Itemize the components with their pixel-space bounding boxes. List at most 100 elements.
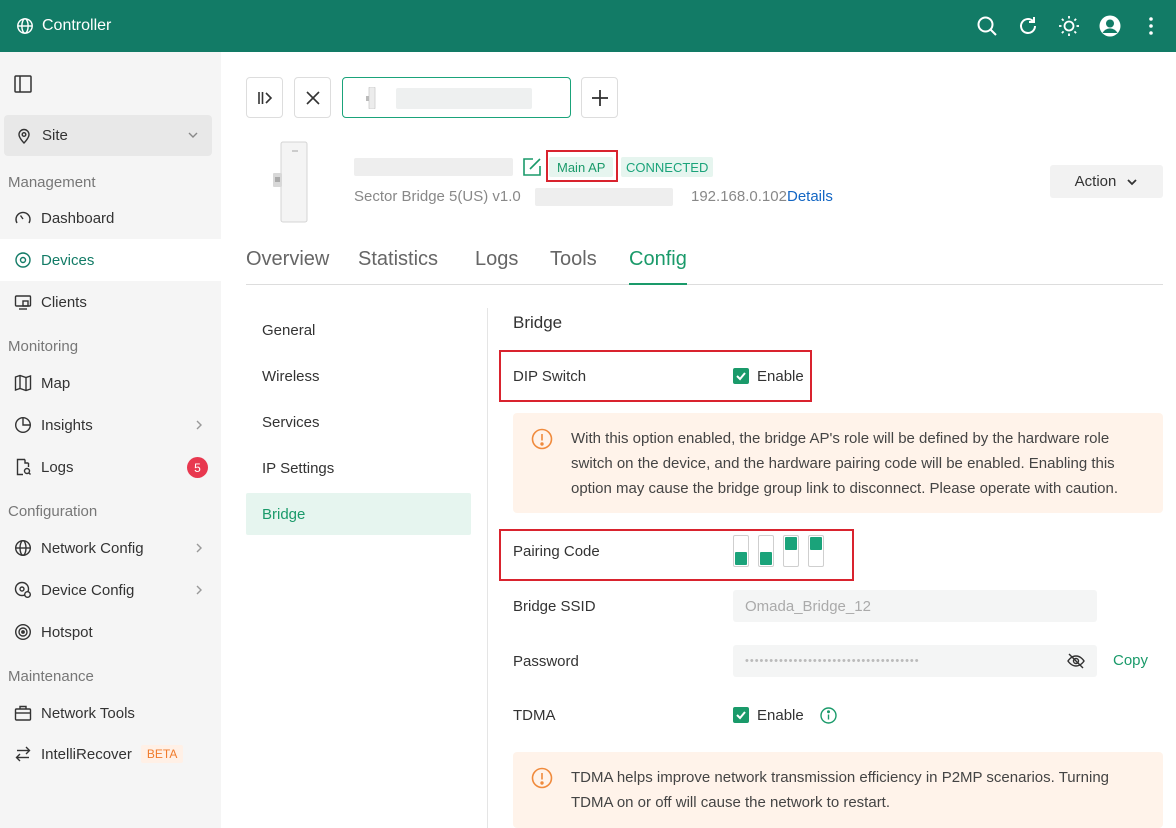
- chevron-right-icon: [196, 420, 202, 430]
- sidebar-item-network-config[interactable]: Network Config: [0, 527, 221, 569]
- sidebar-item-label: Map: [41, 374, 71, 392]
- sidebar-item-label: Devices: [41, 251, 95, 269]
- sidebar-item-label: Network Config: [41, 539, 144, 557]
- edit-icon[interactable]: [522, 157, 542, 177]
- swap-arrows-icon: [15, 746, 31, 762]
- more-menu-button[interactable]: [1140, 15, 1162, 37]
- map-icon: [14, 374, 32, 392]
- sidebar-item-devices[interactable]: Devices: [0, 239, 221, 281]
- details-link[interactable]: Details: [787, 188, 833, 205]
- beta-badge: BETA: [140, 745, 184, 763]
- config-menu-ip-settings[interactable]: IP Settings: [246, 447, 471, 489]
- dip-warning-box: With this option enabled, the bridge AP'…: [513, 413, 1163, 513]
- action-label: Action: [1074, 173, 1117, 190]
- config-menu-bridge[interactable]: Bridge: [246, 493, 471, 535]
- sidebar-item-device-config[interactable]: Device Config: [0, 569, 221, 611]
- device-ip: 192.168.0.102: [691, 188, 787, 205]
- location-pin-icon: [18, 128, 30, 144]
- chevron-down-icon: [1127, 178, 1137, 185]
- theme-sun-icon: [1059, 16, 1079, 36]
- sidebar-toggle-icon[interactable]: [14, 75, 32, 93]
- config-menu-general[interactable]: General: [246, 309, 471, 351]
- bridge-ssid-field[interactable]: Omada_Bridge_12: [733, 590, 1097, 622]
- password-field[interactable]: ••••••••••••••••••••••••••••••••••••: [733, 645, 1097, 677]
- add-device-tab-button[interactable]: [581, 77, 618, 118]
- chevron-right-icon: [196, 585, 202, 595]
- highlight-box-pairing-code: [499, 529, 854, 581]
- sidebar-item-label: IntelliRecover: [41, 745, 132, 763]
- collapse-right-icon: [257, 91, 272, 104]
- section-management: Management: [8, 174, 96, 191]
- sidebar-item-clients[interactable]: Clients: [0, 281, 221, 323]
- tab-overview[interactable]: Overview: [246, 248, 329, 285]
- highlight-box-dip-switch: [499, 350, 812, 402]
- site-label: Site: [42, 127, 68, 144]
- user-avatar-icon: [1099, 15, 1121, 37]
- sidebar-item-hotspot[interactable]: Hotspot: [0, 611, 221, 653]
- sidebar-item-insights[interactable]: Insights: [0, 404, 221, 446]
- sidebar-item-network-tools[interactable]: Network Tools: [0, 692, 221, 734]
- highlight-box-main-ap: [546, 150, 618, 182]
- insights-pie-icon: [14, 416, 32, 434]
- sidebar-item-label: Insights: [41, 416, 93, 434]
- bridge-ssid-label: Bridge SSID: [513, 598, 596, 615]
- device-config-icon: [14, 581, 31, 598]
- sidebar: Site Management Dashboard Devices Client…: [0, 52, 221, 828]
- config-menu-wireless[interactable]: Wireless: [246, 355, 471, 397]
- clients-icon: [14, 295, 32, 310]
- refresh-button[interactable]: [1017, 15, 1039, 37]
- warning-icon: [531, 428, 553, 450]
- tdma-label: TDMA: [513, 707, 556, 724]
- sidebar-item-label: Dashboard: [41, 209, 115, 227]
- sidebar-item-dashboard[interactable]: Dashboard: [0, 197, 221, 239]
- device-tab[interactable]: [342, 77, 571, 118]
- password-mask: ••••••••••••••••••••••••••••••••••••: [745, 655, 920, 667]
- brand: Controller: [16, 17, 111, 35]
- device-tabs: Overview Statistics Logs Tools Config: [246, 248, 1163, 285]
- sidebar-item-label: Hotspot: [41, 623, 93, 641]
- tab-logs[interactable]: Logs: [475, 248, 518, 285]
- eye-off-icon[interactable]: [1067, 653, 1085, 669]
- dip-warning-text: With this option enabled, the bridge AP'…: [571, 430, 1119, 497]
- tab-config[interactable]: Config: [629, 248, 687, 285]
- sidebar-item-logs[interactable]: Logs 5: [0, 446, 221, 488]
- device-model: Sector Bridge 5(US) v1.0: [354, 188, 521, 205]
- globe-icon: [17, 18, 33, 34]
- sidebar-item-map[interactable]: Map: [0, 362, 221, 404]
- collapse-panel-button[interactable]: [246, 77, 283, 118]
- section-configuration: Configuration: [8, 503, 98, 520]
- config-menu-services[interactable]: Services: [246, 401, 471, 443]
- sidebar-item-label: Network Tools: [41, 704, 135, 722]
- sidebar-item-label: Device Config: [41, 581, 135, 599]
- tdma-warning-box: TDMA helps improve network transmission …: [513, 752, 1163, 828]
- sidebar-item-label: Clients: [41, 293, 87, 311]
- logs-icon: [16, 458, 31, 476]
- info-icon[interactable]: [820, 707, 837, 724]
- action-dropdown-button[interactable]: Action: [1050, 165, 1163, 198]
- theme-button[interactable]: [1058, 15, 1080, 37]
- dashboard-gauge-icon: [15, 211, 31, 224]
- section-maintenance: Maintenance: [8, 668, 94, 685]
- status-badge: CONNECTED: [621, 157, 714, 177]
- device-name-masked: [354, 158, 513, 176]
- device-name-masked: [396, 88, 532, 109]
- site-selector[interactable]: Site: [4, 115, 212, 156]
- search-button[interactable]: [976, 15, 998, 37]
- search-icon: [977, 16, 997, 36]
- device-thumbnail-icon: [366, 87, 376, 109]
- tab-statistics[interactable]: Statistics: [358, 248, 438, 285]
- toolbox-icon: [14, 705, 32, 721]
- user-avatar-button[interactable]: [1099, 15, 1121, 37]
- tdma-checkbox[interactable]: [733, 707, 749, 723]
- more-vertical-icon: [1149, 17, 1153, 35]
- tab-tools[interactable]: Tools: [550, 248, 597, 285]
- close-icon: [305, 90, 320, 105]
- bridge-section-title: Bridge: [513, 313, 563, 332]
- section-monitoring: Monitoring: [8, 338, 79, 355]
- close-device-button[interactable]: [294, 77, 331, 118]
- checkmark-icon: [736, 711, 746, 720]
- sidebar-item-intellirecover[interactable]: IntelliRecover BETA: [0, 733, 221, 775]
- copy-password-link[interactable]: Copy: [1113, 652, 1148, 669]
- top-bar: Controller: [0, 0, 1176, 52]
- tdma-enable-label: Enable: [757, 707, 804, 724]
